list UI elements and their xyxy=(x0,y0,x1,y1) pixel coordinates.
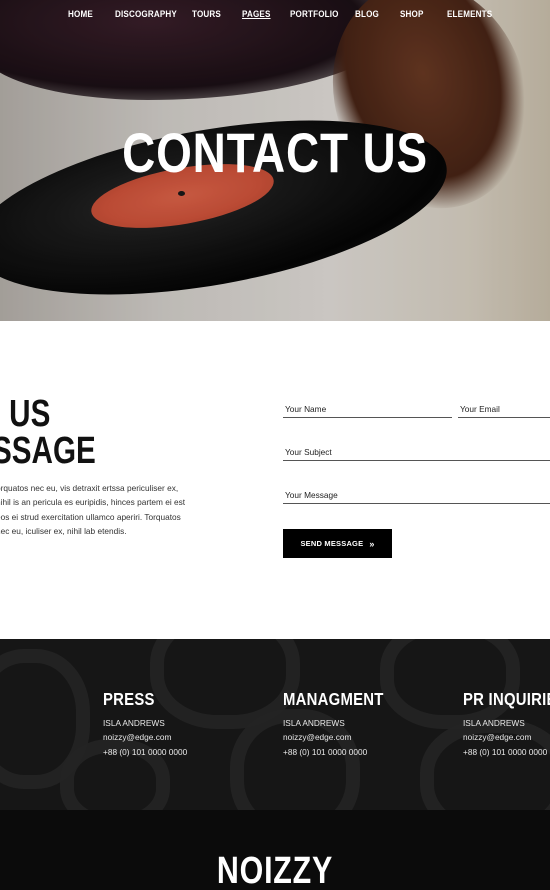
info-column-pr-inquiries: PR INQUIRIES ISLA ANDREWS noizzy@edge.co… xyxy=(463,689,550,759)
name-field-placeholder: Your Name xyxy=(285,404,327,414)
message-field[interactable]: Your Message xyxy=(283,486,550,504)
info-column-press: PRESS ISLA ANDREWS noizzy@edge.com +88 (… xyxy=(103,689,187,759)
send-message-button[interactable]: SEND MESSAGE » xyxy=(283,529,392,558)
nav-item-pages[interactable]: PAGES xyxy=(242,9,271,20)
double-chevron-right-icon: » xyxy=(369,538,375,549)
message-field-placeholder: Your Message xyxy=(285,490,338,500)
nav-item-discography[interactable]: DISCOGRAPHY xyxy=(115,9,177,20)
nav-item-portfolio[interactable]: PORTFOLIO xyxy=(290,9,339,20)
info-contact-email[interactable]: noizzy@edge.com xyxy=(103,730,187,744)
info-contact-email[interactable]: noizzy@edge.com xyxy=(463,730,550,744)
info-column-title: MANAGMENT xyxy=(283,689,384,709)
footer-logo[interactable]: NOIZZY xyxy=(55,850,495,890)
nav-item-blog[interactable]: BLOG xyxy=(355,9,379,20)
nav-item-elements[interactable]: ELEMENTS xyxy=(447,9,492,20)
footer: NOIZZY xyxy=(0,810,550,890)
contact-heading-line1: US xyxy=(9,393,51,435)
contact-heading: US SSAGE xyxy=(0,393,96,472)
subject-field[interactable]: Your Subject xyxy=(283,443,550,461)
info-column-title: PR INQUIRIES xyxy=(463,689,550,709)
email-field-placeholder: Your Email xyxy=(460,404,500,414)
info-contact-phone: +88 (0) 101 0000 0000 xyxy=(463,746,548,757)
contact-description: orquatos nec eu, vis detraxit ertssa per… xyxy=(0,483,186,536)
info-contact-name: ISLA ANDREWS xyxy=(283,718,345,728)
contact-section: US SSAGE orquatos nec eu, vis detraxit e… xyxy=(0,321,550,639)
info-contact-phone: +88 (0) 101 0000 0000 xyxy=(283,746,368,757)
page-title: CONTACT US xyxy=(122,121,428,184)
email-field[interactable]: Your Email xyxy=(458,400,550,418)
info-contact-name: ISLA ANDREWS xyxy=(103,718,165,728)
info-column-management: MANAGMENT ISLA ANDREWS noizzy@edge.com +… xyxy=(283,689,401,759)
info-contact-email[interactable]: noizzy@edge.com xyxy=(283,730,401,744)
nav-item-home[interactable]: HOME xyxy=(68,9,93,20)
hero-banner: HOME DISCOGRAPHY TOURS PAGES PORTFOLIO B… xyxy=(0,0,550,321)
nav-item-tours[interactable]: TOURS xyxy=(192,9,221,20)
send-message-label: SEND MESSAGE xyxy=(300,539,364,548)
nav-item-shop[interactable]: SHOP xyxy=(400,9,424,20)
info-contact-phone: +88 (0) 101 0000 0000 xyxy=(103,746,188,757)
subject-field-placeholder: Your Subject xyxy=(285,447,332,457)
info-column-title: PRESS xyxy=(103,689,155,709)
info-contact-name: ISLA ANDREWS xyxy=(463,718,525,728)
contact-info-section: PRESS ISLA ANDREWS noizzy@edge.com +88 (… xyxy=(0,639,550,810)
name-field[interactable]: Your Name xyxy=(283,400,452,418)
contact-heading-line2: SSAGE xyxy=(0,430,96,472)
